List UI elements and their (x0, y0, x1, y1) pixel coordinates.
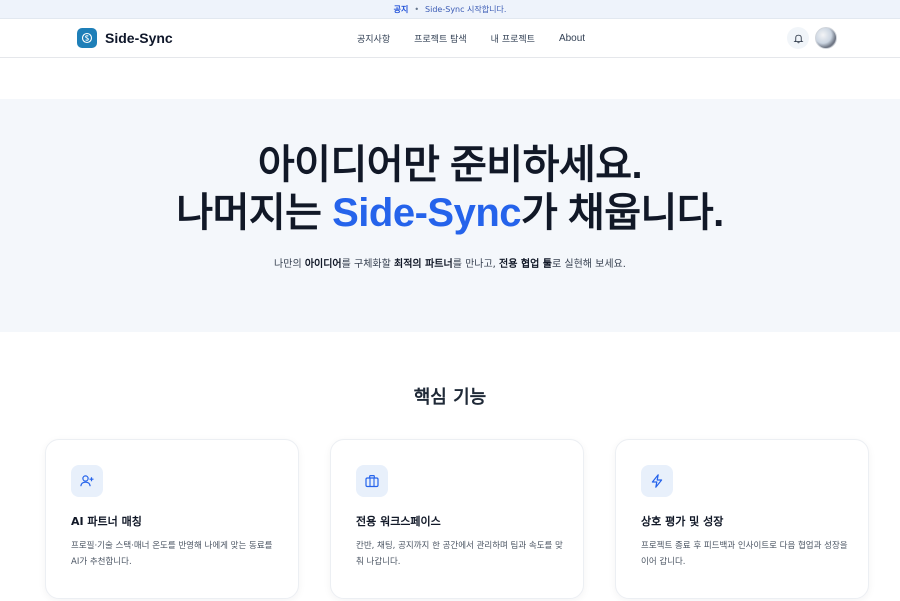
hero-line2-prefix: 나머지는 (176, 191, 333, 235)
nav-about[interactable]: About (559, 33, 585, 44)
sub-bold-idea: 아이디어 (304, 259, 342, 270)
feature-card-desc: 칸반, 채팅, 공지까지 한 공간에서 관리하며 팀과 속도를 맞춰 나갑니다. (356, 541, 563, 567)
announcement-text[interactable]: Side-Sync 시작합니다. (425, 4, 506, 15)
user-plus-icon (71, 465, 103, 497)
sub-bold-partner: 최적의 파트너 (394, 259, 453, 270)
notification-bell-icon[interactable] (787, 27, 809, 49)
nav-my-projects[interactable]: 내 프로젝트 (491, 32, 535, 45)
features-title: 핵심 기능 (413, 387, 487, 408)
hero-headline-line1: 아이디어만 준비하세요. (257, 143, 643, 187)
announcement-tag[interactable]: 공지 (394, 4, 409, 15)
feature-card-peer-review[interactable]: 상호 평가 및 성장 프로젝트 종료 후 피드백과 인사이트로 다음 협업과 성… (615, 439, 869, 599)
sub-text-4: 로 실현해 보세요. (552, 259, 626, 270)
hero-brand-accent: Side-Sync (332, 191, 521, 235)
sub-text-3: 를 만나고, (452, 259, 500, 270)
feature-card-title: 상호 평가 및 성장 (641, 515, 724, 528)
announcement-separator: • (414, 4, 420, 14)
nav-notices[interactable]: 공지사항 (357, 32, 390, 45)
top-header: Side-Sync 공지사항 프로젝트 탐색 내 프로젝트 About (0, 19, 900, 58)
feature-card-desc: 프로필·기술 스택·매너 온도를 반영해 나에게 맞는 동료를 AI가 추천합니… (71, 541, 273, 567)
nav-explore-projects[interactable]: 프로젝트 탐색 (414, 32, 467, 45)
hero-headline-line2: 나머지는 Side-Sync가 채웁니다. (0, 189, 900, 237)
hero-line2-suffix: 가 채웁니다. (521, 191, 724, 235)
sub-bold-tool: 전용 협업 툴 (499, 259, 552, 270)
logo-icon (77, 28, 97, 48)
brand-name: Side-Sync (105, 30, 173, 46)
lightning-icon (641, 465, 673, 497)
announcement-bar: 공지 • Side-Sync 시작합니다. (0, 0, 900, 19)
feature-card-ai-matching[interactable]: AI 파트너 매칭 프로필·기술 스택·매너 온도를 반영해 나에게 맞는 동료… (45, 439, 299, 599)
brand-logo[interactable]: Side-Sync (77, 28, 173, 48)
feature-card-title: AI 파트너 매칭 (71, 515, 142, 528)
feature-card-workspace[interactable]: 전용 워크스페이스 칸반, 채팅, 공지까지 한 공간에서 관리하며 팀과 속도… (330, 439, 584, 599)
feature-card-title: 전용 워크스페이스 (356, 515, 441, 528)
hero-section: 아이디어만 준비하세요. 나머지는 Side-Sync가 채웁니다. 나만의 아… (0, 99, 900, 332)
main-nav: 공지사항 프로젝트 탐색 내 프로젝트 About (357, 19, 585, 58)
user-avatar[interactable] (815, 27, 837, 49)
briefcase-icon (356, 465, 388, 497)
hero-subtitle: 나만의 아이디어를 구체화할 최적의 파트너를 만나고, 전용 협업 툴로 실현… (0, 255, 900, 270)
sub-text-2: 를 구체화할 (341, 259, 394, 270)
sub-text-1: 나만의 (274, 259, 305, 270)
feature-card-desc: 프로젝트 종료 후 피드백과 인사이트로 다음 협업과 성장을 이어 갑니다. (641, 541, 848, 567)
